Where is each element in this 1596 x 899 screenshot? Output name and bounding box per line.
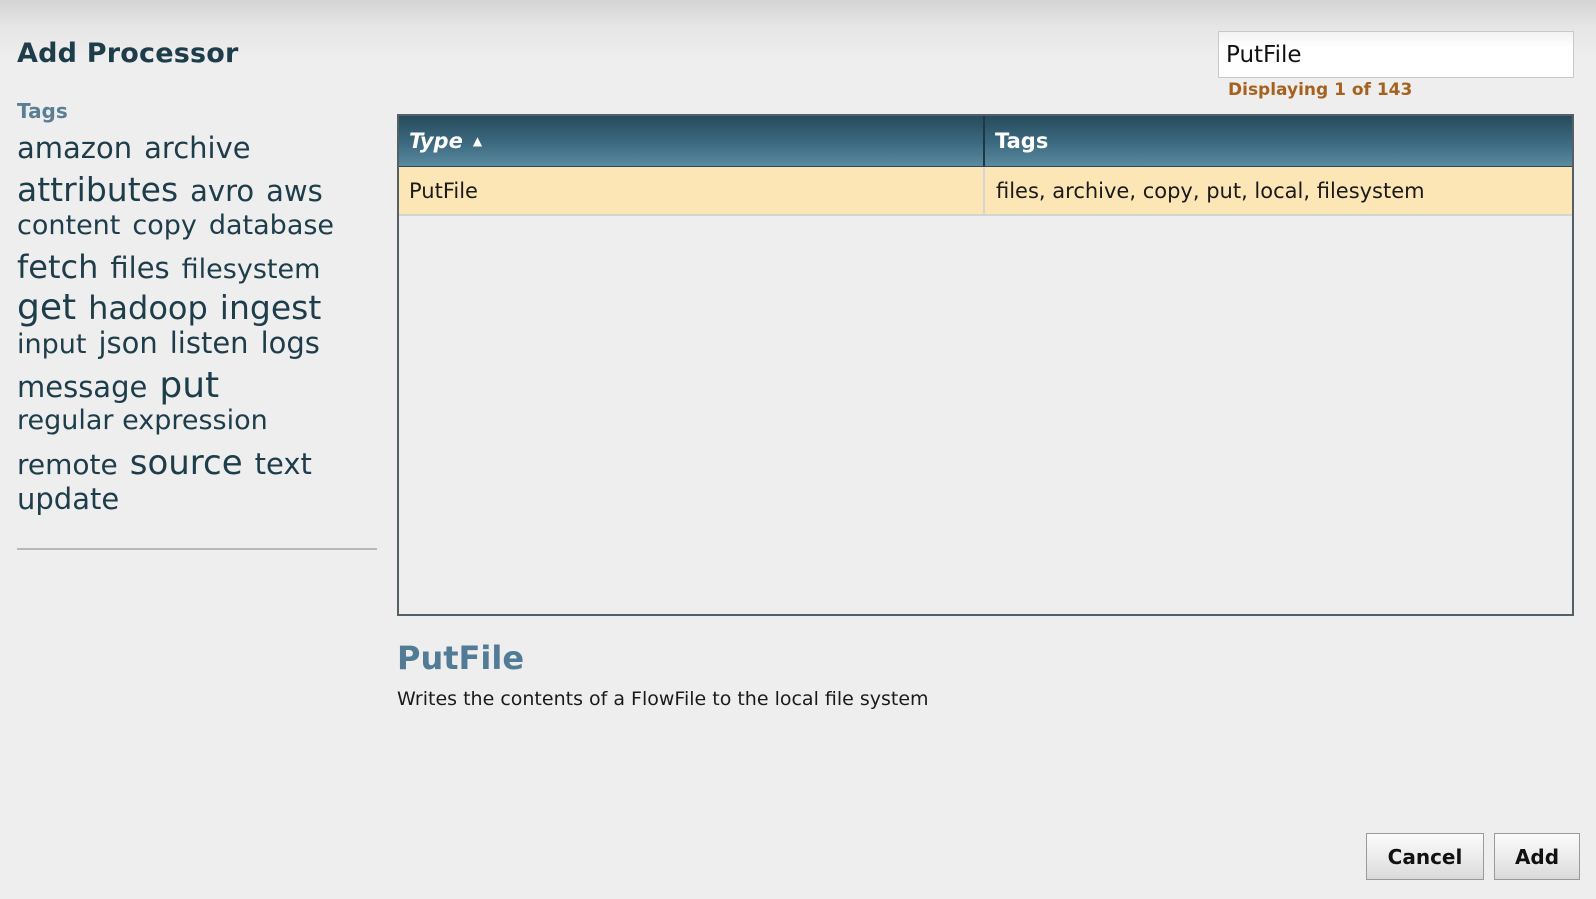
tag-cloud-line: fetch files filesystem bbox=[17, 251, 367, 290]
tag-cloud: amazon archive attributes avro aws content cop… bbox=[17, 134, 367, 524]
tag-cloud-line: update bbox=[17, 485, 367, 524]
tag-content[interactable]: content bbox=[17, 212, 120, 239]
tag-cloud-line: regular expression bbox=[17, 407, 367, 446]
tag-cloud-line: get hadoop ingest bbox=[17, 290, 367, 329]
table-row[interactable]: PutFile files, archive, copy, put, local… bbox=[399, 167, 1572, 216]
result-count-label: Displaying 1 of 143 bbox=[1228, 80, 1413, 100]
sort-ascending-icon: ▲ bbox=[472, 134, 483, 148]
column-header-type-label: Type bbox=[409, 129, 463, 153]
tag-put[interactable]: put bbox=[159, 368, 219, 404]
tag-listen[interactable]: listen bbox=[170, 329, 249, 358]
tag-cloud-line: message put bbox=[17, 368, 367, 407]
tag-message[interactable]: message bbox=[17, 373, 147, 402]
tag-copy[interactable]: copy bbox=[132, 212, 196, 239]
tag-update[interactable]: update bbox=[17, 485, 119, 514]
cancel-button[interactable]: Cancel bbox=[1366, 833, 1484, 880]
tag-input[interactable]: input bbox=[17, 331, 86, 358]
tag-cloud-line: input json listen logs bbox=[17, 329, 367, 368]
tag-database[interactable]: database bbox=[209, 212, 334, 239]
column-header-tags-label: Tags bbox=[995, 129, 1049, 153]
tag-cloud-line: remote source text bbox=[17, 446, 367, 485]
tag-hadoop[interactable]: hadoop bbox=[88, 292, 208, 324]
tag-regular-expression[interactable]: regular expression bbox=[17, 407, 268, 434]
table-cell-tags: files, archive, copy, put, local, filesy… bbox=[996, 178, 1425, 203]
tag-attributes[interactable]: attributes bbox=[17, 173, 178, 206]
tag-archive[interactable]: archive bbox=[144, 134, 250, 163]
add-button[interactable]: Add bbox=[1494, 833, 1580, 880]
tag-source[interactable]: source bbox=[130, 446, 243, 480]
table-header: Type ▲ Tags bbox=[399, 116, 1572, 167]
tags-heading: Tags bbox=[17, 99, 68, 123]
column-header-type[interactable]: Type ▲ bbox=[399, 116, 985, 166]
tag-avro[interactable]: avro bbox=[190, 177, 254, 206]
tag-json[interactable]: json bbox=[98, 329, 157, 358]
table-cell-type: PutFile bbox=[399, 167, 985, 214]
tag-fetch[interactable]: fetch bbox=[17, 251, 98, 283]
column-header-tags[interactable]: Tags bbox=[985, 116, 1572, 166]
tag-filesystem[interactable]: filesystem bbox=[182, 256, 321, 283]
tag-cloud-line: content copy database bbox=[17, 212, 367, 251]
selected-processor-description: Writes the contents of a FlowFile to the… bbox=[397, 688, 929, 710]
tag-get[interactable]: get bbox=[17, 290, 76, 326]
tag-remote[interactable]: remote bbox=[17, 451, 118, 479]
tag-cloud-line: amazon archive bbox=[17, 134, 367, 173]
selected-processor-title: PutFile bbox=[397, 639, 525, 677]
processor-search-input[interactable] bbox=[1218, 31, 1574, 78]
tag-amazon[interactable]: amazon bbox=[17, 134, 132, 163]
tag-ingest[interactable]: ingest bbox=[220, 291, 321, 324]
processor-type-table: Type ▲ Tags PutFile files, archive, copy… bbox=[397, 114, 1574, 616]
tag-cloud-line: attributes avro aws bbox=[17, 173, 367, 212]
tag-aws[interactable]: aws bbox=[266, 177, 323, 206]
tag-text[interactable]: text bbox=[255, 450, 312, 479]
tag-logs[interactable]: logs bbox=[261, 329, 320, 358]
tags-divider bbox=[17, 548, 377, 550]
tag-files[interactable]: files bbox=[110, 254, 169, 283]
dialog-title: Add Processor bbox=[17, 38, 239, 69]
